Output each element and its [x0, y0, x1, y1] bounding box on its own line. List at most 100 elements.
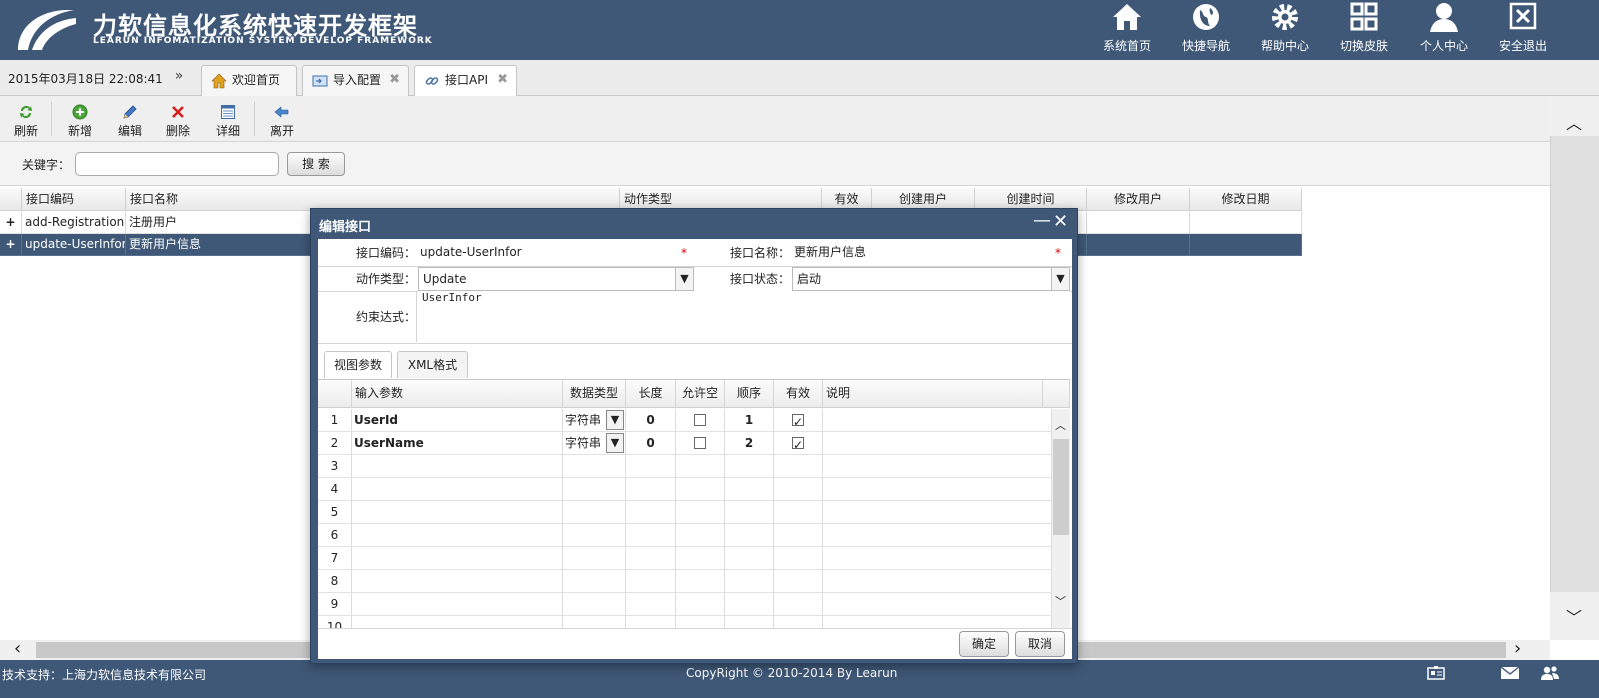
param-length-input[interactable]: 0 [626, 409, 676, 432]
param-empty-cell[interactable] [725, 524, 774, 547]
param-empty-cell[interactable] [823, 455, 1052, 478]
valid-checkbox[interactable] [792, 434, 804, 454]
chevron-up-icon[interactable]: ︿ [1566, 110, 1582, 134]
chevron-right-icon[interactable]: › [1514, 640, 1521, 658]
row-expand-button[interactable]: + [0, 212, 22, 234]
param-empty-cell[interactable] [823, 524, 1052, 547]
valid-checkbox[interactable] [792, 411, 804, 431]
param-header-valid[interactable]: 有效 [774, 380, 823, 408]
param-empty-cell[interactable] [352, 478, 563, 501]
param-empty-cell[interactable] [676, 593, 725, 616]
delete-button[interactable]: 删除 [162, 104, 194, 140]
search-button[interactable]: 搜 索 [287, 152, 345, 176]
param-empty-cell[interactable] [563, 501, 626, 524]
tab-xml-format[interactable]: XML格式 [397, 351, 468, 378]
param-empty-cell[interactable] [626, 478, 676, 501]
param-type-select[interactable]: 字符串 ▼ [563, 432, 626, 455]
param-header-nullable[interactable]: 允许空 [676, 380, 725, 408]
chevron-down-icon[interactable]: ▼ [606, 433, 624, 453]
chevron-down-icon[interactable]: ▼ [675, 268, 693, 290]
param-header-name[interactable]: 输入参数 [352, 380, 563, 408]
param-header-desc[interactable]: 说明 [823, 380, 1043, 408]
param-name-input[interactable]: UserId [352, 409, 563, 432]
chevron-left-icon[interactable]: ‹ [14, 640, 21, 658]
param-empty-cell[interactable] [725, 501, 774, 524]
param-empty-cell[interactable] [626, 593, 676, 616]
param-order-input[interactable]: 2 [725, 432, 774, 455]
confirm-button[interactable]: 确定 [959, 631, 1009, 657]
param-order-input[interactable]: 1 [725, 409, 774, 432]
row-expand-button[interactable]: + [0, 234, 22, 256]
minimize-icon[interactable]: — [1033, 210, 1051, 231]
contact-card-icon[interactable] [1426, 665, 1446, 681]
chevron-down-icon[interactable]: ﹀ [1055, 593, 1066, 609]
add-button[interactable]: 新增 [64, 104, 96, 140]
param-empty-cell[interactable] [676, 455, 725, 478]
param-empty-cell[interactable] [563, 524, 626, 547]
param-empty-cell[interactable] [774, 501, 823, 524]
mail-icon[interactable] [1500, 665, 1520, 681]
param-empty-cell[interactable] [823, 593, 1052, 616]
param-empty-cell[interactable] [725, 478, 774, 501]
nullable-checkbox[interactable] [694, 414, 706, 426]
param-length-input[interactable]: 0 [626, 432, 676, 455]
users-icon[interactable] [1540, 665, 1560, 681]
nav-help-button[interactable]: 帮助中心 [1245, 0, 1325, 60]
scrollbar-thumb[interactable] [1550, 136, 1599, 592]
leave-button[interactable]: 离开 [266, 104, 298, 140]
param-empty-cell[interactable] [563, 570, 626, 593]
name-input[interactable]: 更新用户信息 [790, 241, 1070, 265]
param-header-order[interactable]: 顺序 [725, 380, 774, 408]
tab-expand-button[interactable]: » [166, 68, 192, 88]
param-empty-cell[interactable] [823, 547, 1052, 570]
param-empty-cell[interactable] [352, 524, 563, 547]
chevron-down-icon[interactable]: ▼ [1051, 268, 1069, 290]
scrollbar-thumb[interactable] [1053, 439, 1069, 535]
tab-view-params[interactable]: 视图参数 [324, 351, 392, 378]
param-empty-cell[interactable] [563, 547, 626, 570]
chevron-down-icon[interactable]: ﹀ [1566, 604, 1582, 628]
param-empty-cell[interactable] [626, 547, 676, 570]
param-empty-cell[interactable] [352, 501, 563, 524]
nav-home-button[interactable]: 系统首页 [1087, 0, 1167, 60]
param-empty-cell[interactable] [725, 547, 774, 570]
tab-welcome[interactable]: 欢迎首页 [201, 65, 297, 96]
param-name-input[interactable]: UserName [352, 432, 563, 455]
param-empty-cell[interactable] [676, 547, 725, 570]
chevron-up-icon[interactable]: ︿ [1055, 417, 1066, 433]
param-desc-input[interactable] [823, 432, 1052, 455]
param-empty-cell[interactable] [774, 524, 823, 547]
tab-api-close-icon[interactable]: ✖ [497, 66, 508, 94]
param-empty-cell[interactable] [563, 478, 626, 501]
param-empty-cell[interactable] [352, 593, 563, 616]
param-header-length[interactable]: 长度 [626, 380, 676, 408]
param-empty-cell[interactable] [676, 570, 725, 593]
param-empty-cell[interactable] [626, 524, 676, 547]
param-empty-cell[interactable] [823, 478, 1052, 501]
detail-button[interactable]: 详细 [212, 104, 244, 140]
close-icon[interactable]: ✕ [1053, 211, 1068, 232]
param-empty-cell[interactable] [352, 455, 563, 478]
param-empty-cell[interactable] [626, 501, 676, 524]
param-empty-cell[interactable] [626, 455, 676, 478]
nav-logout-button[interactable]: 安全退出 [1483, 0, 1563, 60]
params-vertical-scrollbar[interactable]: ︿ ﹀ [1052, 409, 1070, 629]
param-empty-cell[interactable] [725, 455, 774, 478]
param-empty-cell[interactable] [725, 570, 774, 593]
nav-profile-button[interactable]: 个人中心 [1404, 0, 1484, 60]
keyword-input[interactable] [75, 152, 279, 176]
param-header-type[interactable]: 数据类型 [563, 380, 626, 408]
nav-shortcut-button[interactable]: 快捷导航 [1166, 0, 1246, 60]
param-empty-cell[interactable] [563, 455, 626, 478]
tab-import-close-icon[interactable]: ✖ [389, 66, 400, 94]
param-empty-cell[interactable] [774, 455, 823, 478]
code-input[interactable]: update-UserInfor [416, 241, 694, 265]
grid-header-modifier[interactable]: 修改用户 [1087, 188, 1190, 211]
param-empty-cell[interactable] [676, 478, 725, 501]
constraint-textarea[interactable]: UserInfor [418, 291, 1070, 341]
param-desc-input[interactable] [823, 409, 1052, 432]
chevron-down-icon[interactable]: ▼ [606, 410, 624, 430]
param-empty-cell[interactable] [352, 547, 563, 570]
cancel-button[interactable]: 取消 [1015, 631, 1065, 657]
param-empty-cell[interactable] [774, 593, 823, 616]
